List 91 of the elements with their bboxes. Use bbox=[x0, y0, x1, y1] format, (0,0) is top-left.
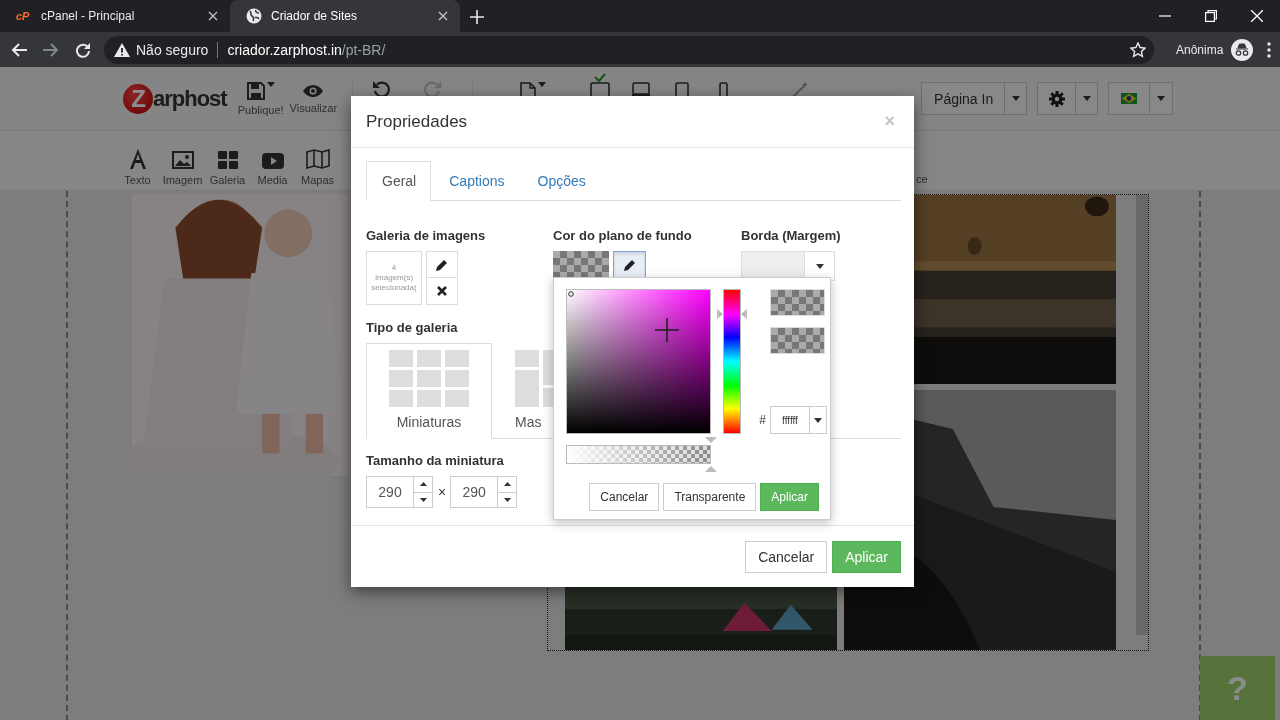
publish-button[interactable]: Publique! bbox=[237, 73, 284, 124]
menu-icon[interactable] bbox=[1267, 41, 1272, 58]
image-count: 4 bbox=[391, 263, 397, 273]
picker-button[interactable]: Cancelar bbox=[589, 483, 660, 511]
browser-tab[interactable]: Criador de Sites bbox=[230, 0, 460, 32]
flag-icon bbox=[1121, 93, 1138, 104]
close-icon[interactable] bbox=[1251, 10, 1263, 22]
settings-icon bbox=[1048, 90, 1065, 107]
address-url[interactable]: criador.zarphost.in/pt-BR/ bbox=[227, 41, 386, 58]
color-marker-icon bbox=[568, 291, 574, 297]
security-label[interactable]: Não seguro bbox=[136, 41, 209, 58]
pencil-icon bbox=[436, 258, 448, 271]
reload-icon[interactable] bbox=[75, 41, 91, 58]
toolbar-item[interactable]: Media bbox=[250, 135, 295, 186]
apply-button[interactable]: Aplicar bbox=[832, 540, 901, 573]
image-caption: selecionada( bbox=[371, 283, 417, 293]
slider-thumb[interactable] bbox=[705, 437, 717, 472]
down-icon bbox=[503, 497, 511, 502]
new-color-swatch bbox=[770, 289, 825, 316]
toolbar-item[interactable]: Imagem bbox=[160, 135, 205, 186]
field-label: Cor do plano de fundo bbox=[553, 228, 692, 243]
dialog-tab[interactable]: Geral bbox=[366, 161, 432, 201]
hex-field[interactable]: ffffff bbox=[770, 406, 810, 434]
gallery-type-option[interactable]: Miniaturas bbox=[366, 343, 492, 439]
field-label: Galeria de imagens bbox=[366, 228, 486, 243]
caret-icon bbox=[1157, 96, 1166, 101]
eye-icon bbox=[302, 83, 325, 98]
field-label: Borda (Margem) bbox=[741, 228, 841, 243]
toolbar-item[interactable]: Texto bbox=[115, 135, 160, 186]
up-icon bbox=[419, 482, 427, 487]
dialog-tab[interactable]: Captions bbox=[433, 161, 520, 200]
field-label: Tipo de galeria bbox=[366, 320, 458, 335]
zarphost-logo[interactable]: Z arphost bbox=[123, 83, 227, 114]
globe-icon bbox=[246, 8, 262, 24]
scrollbar[interactable] bbox=[1136, 195, 1148, 635]
browser-tab[interactable]: cP cPanel - Principal bbox=[0, 0, 230, 32]
caret-icon bbox=[266, 81, 275, 87]
dropdown-button[interactable] bbox=[810, 406, 827, 434]
gallery-thumbnail[interactable]: 4 Imagem(s) selecionada( bbox=[366, 251, 422, 305]
phone-icon bbox=[718, 82, 728, 98]
caret-icon bbox=[814, 417, 822, 423]
toolbar-item[interactable]: Galeria bbox=[205, 135, 250, 186]
apply-button[interactable]: Aplicar bbox=[760, 483, 819, 511]
dialog-title: Propriedades bbox=[366, 111, 469, 132]
crosshair-icon bbox=[655, 318, 679, 342]
close-icon bbox=[438, 11, 448, 21]
pencil-icon bbox=[623, 258, 636, 271]
hash-label: # bbox=[759, 413, 766, 427]
number-field[interactable]: 290 bbox=[366, 476, 414, 508]
toolbar-item[interactable]: ce bbox=[916, 135, 928, 186]
image-icon[interactable] bbox=[171, 150, 194, 169]
incognito-icon[interactable] bbox=[1231, 38, 1254, 61]
laptop-icon bbox=[632, 82, 651, 96]
undo-icon bbox=[372, 80, 391, 98]
delete-button[interactable] bbox=[426, 278, 458, 305]
profile-label[interactable]: Anônima bbox=[1176, 42, 1224, 57]
new-tab-icon[interactable] bbox=[470, 10, 484, 24]
restore-icon[interactable] bbox=[1205, 10, 1217, 22]
tab-logo: cP bbox=[16, 10, 31, 22]
number-field[interactable]: 290 bbox=[450, 476, 499, 508]
warning-icon bbox=[114, 42, 130, 57]
down-icon bbox=[419, 497, 427, 502]
star-icon[interactable] bbox=[1130, 41, 1146, 58]
back-icon[interactable] bbox=[11, 42, 27, 57]
caret-icon bbox=[815, 263, 824, 269]
caret-icon bbox=[1082, 96, 1091, 101]
color-swatch bbox=[553, 251, 609, 278]
dialog-tab[interactable]: Opções bbox=[521, 161, 601, 200]
close-tab-button[interactable] bbox=[206, 9, 220, 23]
grid-icon bbox=[389, 350, 469, 407]
up-icon bbox=[503, 482, 511, 487]
color-field[interactable] bbox=[566, 289, 711, 434]
edit-button[interactable] bbox=[426, 251, 458, 278]
picker-button[interactable]: Transparente bbox=[663, 483, 757, 511]
grid-icon[interactable] bbox=[217, 150, 238, 169]
cancel-button[interactable]: Cancelar bbox=[745, 540, 828, 573]
times-sign: × bbox=[438, 484, 447, 500]
play-icon[interactable] bbox=[261, 152, 284, 169]
field-label: Tamanho da miniatura bbox=[366, 453, 504, 468]
old-color-swatch bbox=[770, 327, 825, 354]
forward-icon[interactable] bbox=[43, 42, 59, 57]
save-icon bbox=[246, 81, 265, 100]
preview-button[interactable]: Visualizar bbox=[289, 73, 338, 124]
image-caption: Imagem(s) bbox=[374, 273, 414, 283]
toolbar-item[interactable]: Mapas bbox=[295, 135, 340, 186]
close-icon bbox=[208, 11, 218, 21]
map-icon[interactable] bbox=[305, 148, 330, 169]
close-tab-button[interactable] bbox=[436, 9, 450, 23]
caret-icon bbox=[538, 81, 547, 87]
color-picker-button[interactable] bbox=[613, 251, 646, 278]
close-icon bbox=[437, 286, 447, 296]
